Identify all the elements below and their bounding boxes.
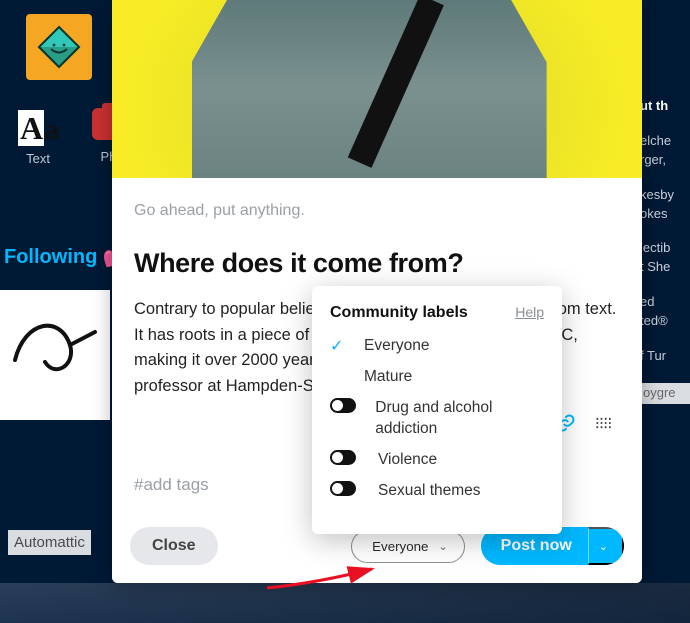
frag: ut th — [640, 98, 690, 115]
popover-help-link[interactable]: Help — [515, 304, 544, 320]
composer-prompt[interactable]: Go ahead, put anything. — [134, 202, 620, 220]
community-labels-popover: Community labels Help ✓ Everyone ✓ Matur… — [312, 286, 562, 534]
frag: okes — [640, 206, 690, 223]
frag: rger, — [640, 152, 690, 169]
close-button[interactable]: Close — [130, 527, 218, 565]
frag: ed — [640, 294, 690, 311]
community-label-select[interactable]: Everyone ⌄ — [351, 530, 465, 563]
text-icon-label: Text — [18, 151, 58, 166]
frag: oygre — [640, 383, 690, 404]
label-option-mature[interactable]: ✓ Mature — [330, 367, 544, 388]
label-option-text: Everyone — [364, 336, 429, 357]
chevron-down-icon: ⌄ — [599, 540, 608, 553]
toggle-off-icon[interactable] — [330, 450, 356, 465]
blog-avatar[interactable] — [26, 14, 92, 80]
frag: t She — [640, 259, 690, 276]
footer-automattic[interactable]: Automattic — [8, 530, 91, 555]
label-toggle-sexual[interactable]: Sexual themes — [330, 481, 544, 502]
toggle-off-icon[interactable] — [330, 398, 356, 413]
community-label-select-value: Everyone — [372, 539, 428, 554]
label-toggle-text: Sexual themes — [378, 481, 481, 502]
check-icon: ✓ — [330, 336, 350, 356]
post-type-text[interactable]: Aa Text — [18, 110, 58, 166]
dashboard-post-preview — [0, 290, 110, 420]
frag: f Tur — [640, 348, 690, 365]
more-inline-icon[interactable] — [594, 413, 614, 438]
label-toggle-text: Violence — [378, 450, 437, 471]
post-type-row: Aa Text Pho — [0, 110, 110, 166]
frag: ted® — [640, 313, 690, 330]
frag: lectib — [640, 240, 690, 257]
label-option-everyone[interactable]: ✓ Everyone — [330, 336, 544, 357]
frag: elche — [640, 133, 690, 150]
label-toggle-text: Drug and alcohol addiction — [375, 398, 544, 440]
avatar-diamond-icon — [37, 25, 81, 69]
post-options-dropdown[interactable]: ⌄ — [588, 527, 624, 565]
popover-title: Community labels — [330, 304, 468, 322]
toggle-off-icon[interactable] — [330, 481, 356, 496]
right-rail-fragments: ut th elche rger, kesby okes lectib t Sh… — [640, 80, 690, 422]
composer-hero-image — [112, 0, 642, 178]
frag: kesby — [640, 187, 690, 204]
text-icon: Aa — [18, 110, 58, 147]
composer-title[interactable]: Where does it come from? — [134, 248, 620, 279]
label-toggle-drug[interactable]: Drug and alcohol addiction — [330, 398, 544, 440]
label-option-text: Mature — [364, 367, 412, 388]
label-toggle-violence[interactable]: Violence — [330, 450, 544, 471]
chevron-down-icon: ⌄ — [438, 540, 447, 553]
dashboard-bottom-photo — [0, 583, 690, 623]
